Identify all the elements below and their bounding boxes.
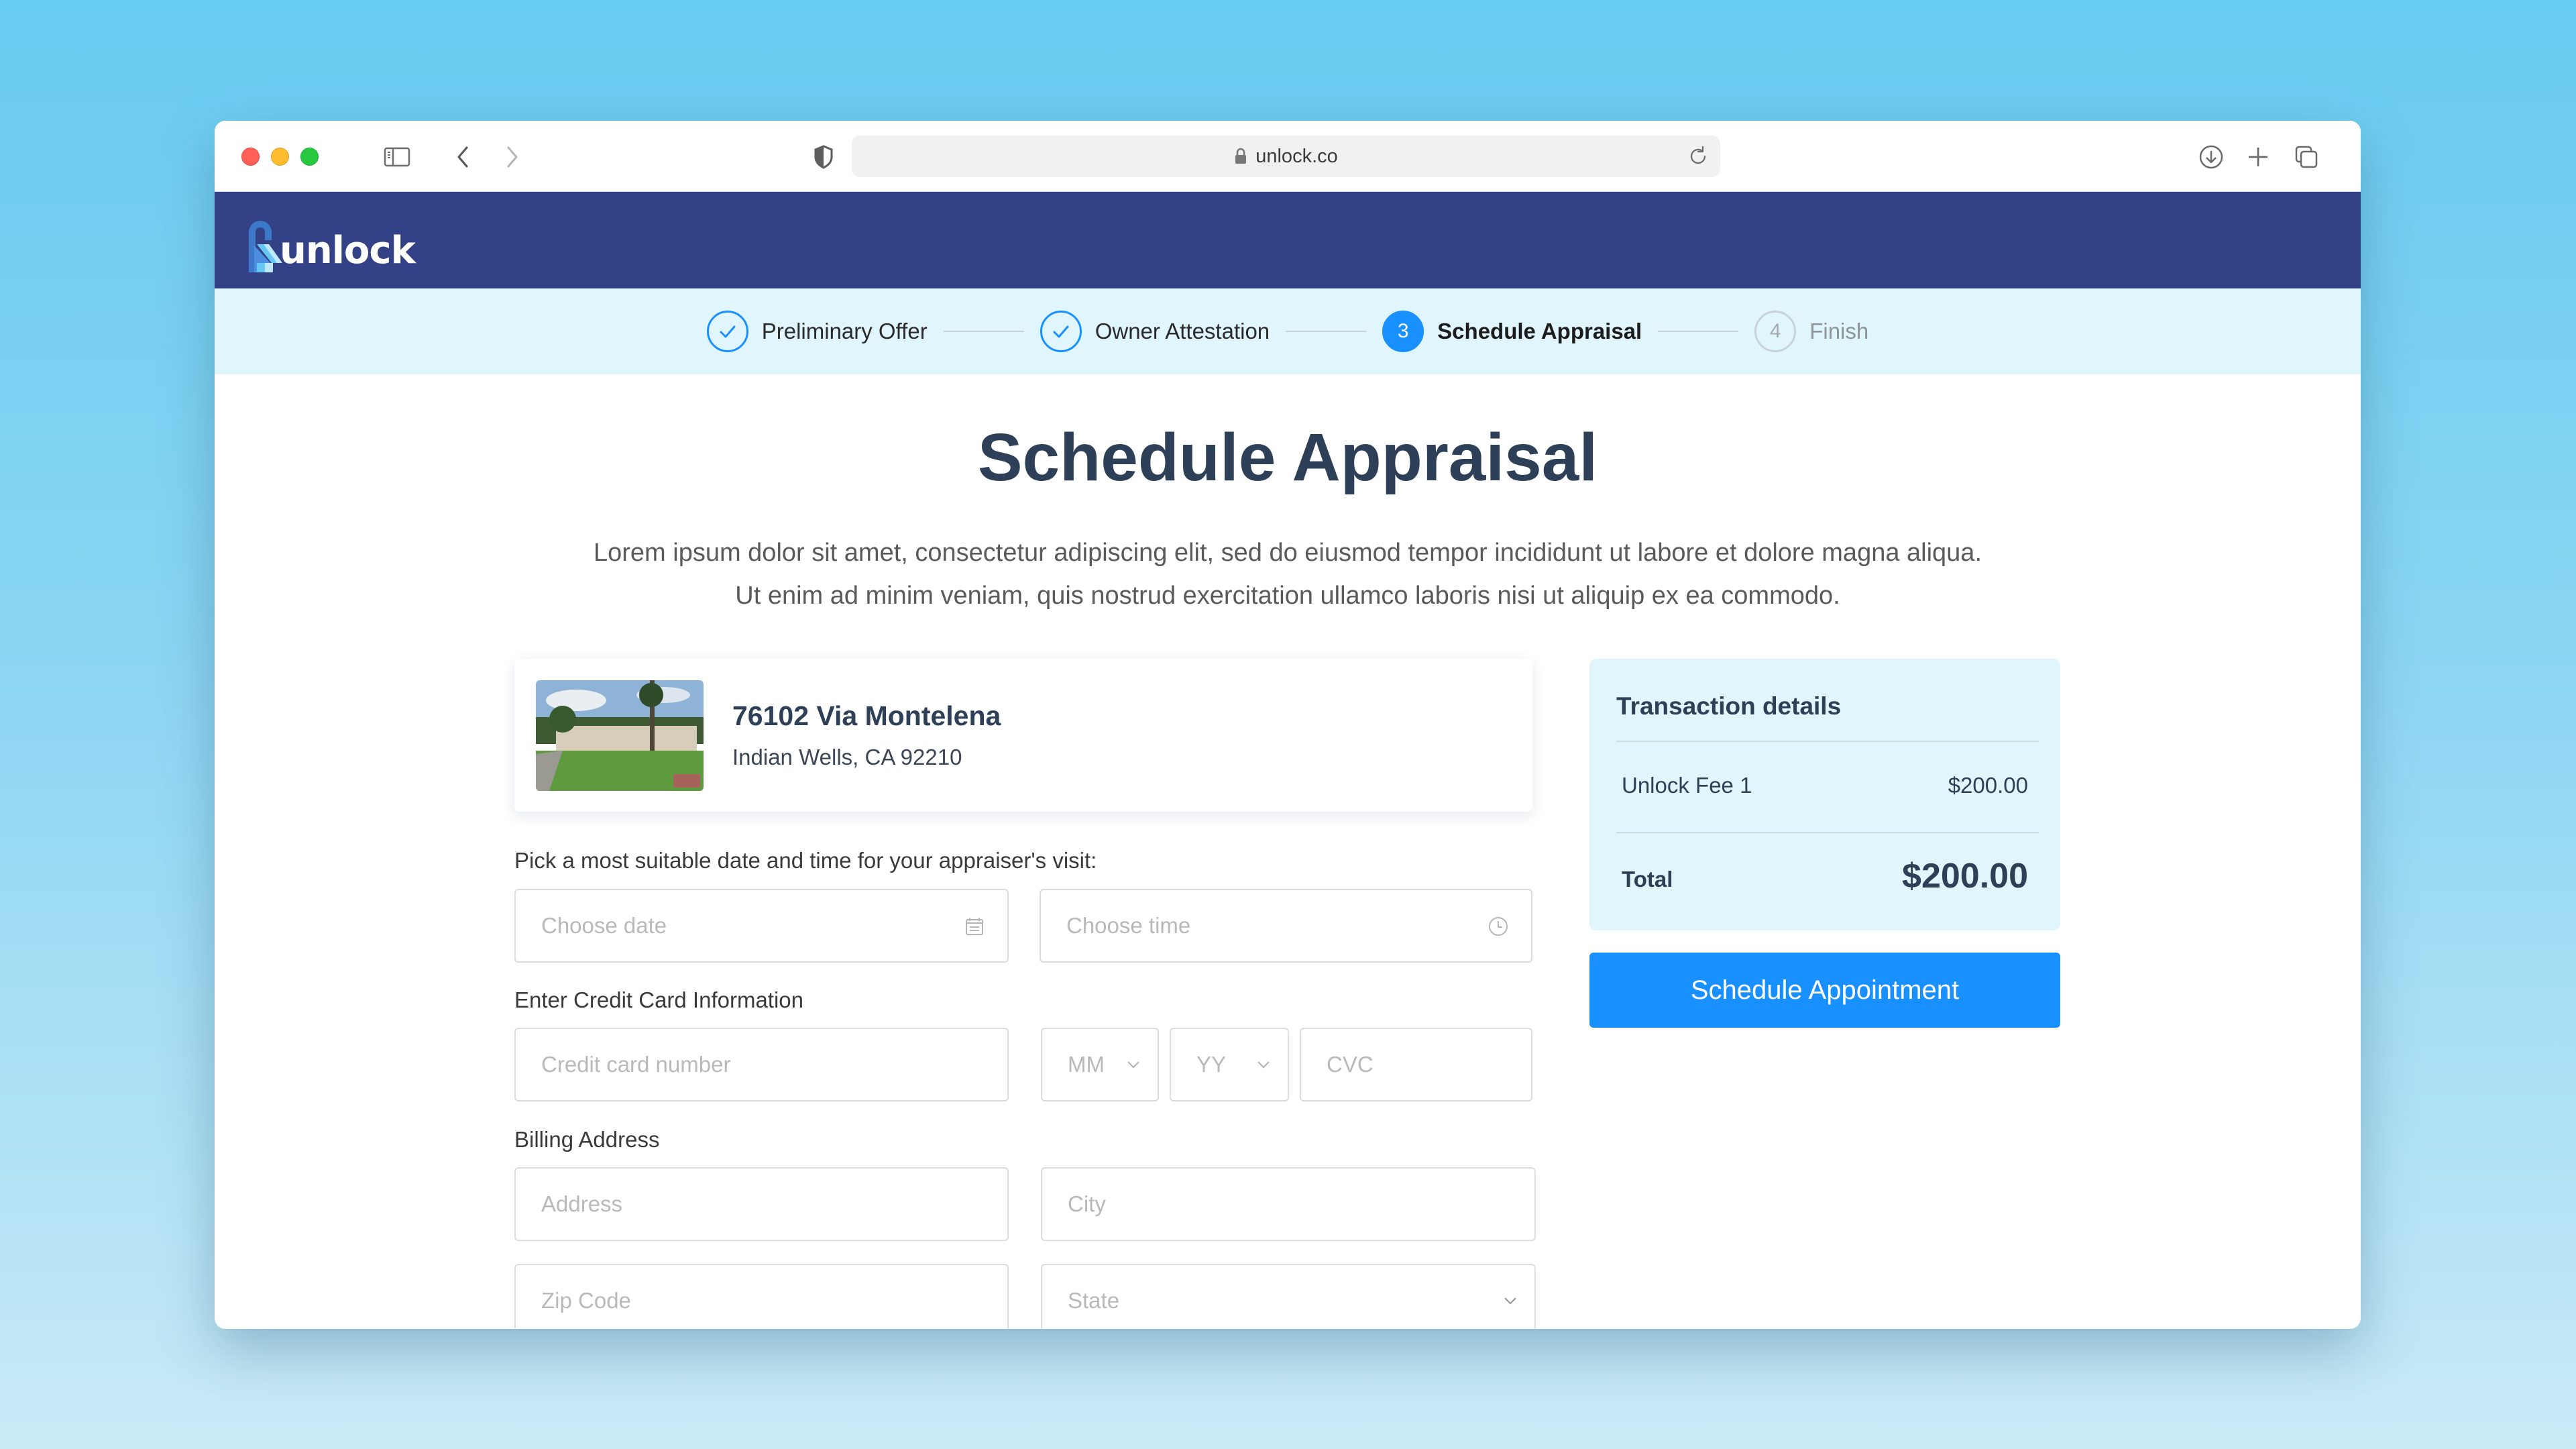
city-input[interactable]: City — [1041, 1167, 1536, 1241]
reload-icon[interactable] — [1687, 145, 1710, 168]
step-label: Finish — [1809, 319, 1869, 343]
sidebar-icon[interactable] — [382, 142, 412, 172]
check-icon — [720, 325, 736, 338]
lock-icon — [1235, 148, 1247, 164]
zip-placeholder: Zip Code — [541, 1288, 631, 1313]
schedule-appointment-button[interactable]: Schedule Appointment — [1589, 953, 2060, 1028]
step-label: Owner Attestation — [1095, 319, 1270, 343]
cvc-input[interactable]: CVC — [1300, 1028, 1532, 1102]
divider — [1616, 832, 2039, 833]
state-placeholder: State — [1068, 1288, 1120, 1313]
step-owner-attestation[interactable]: Owner Attestation — [1040, 311, 1270, 352]
zip-code-input[interactable]: Zip Code — [514, 1264, 1009, 1329]
url-text: unlock.co — [1255, 145, 1338, 167]
total-label: Total — [1622, 867, 1673, 892]
property-photo — [536, 680, 704, 791]
clock-icon — [1489, 917, 1508, 936]
date-placeholder: Choose date — [541, 913, 667, 938]
card-number-input[interactable]: Credit card number — [514, 1028, 1009, 1102]
step-completed-check — [1040, 311, 1082, 352]
time-picker-input[interactable]: Choose time — [1040, 889, 1532, 963]
time-placeholder: Choose time — [1066, 913, 1191, 938]
card-number-placeholder: Credit card number — [541, 1052, 731, 1077]
step-preliminary-offer[interactable]: Preliminary Offer — [706, 311, 928, 352]
state-select[interactable]: State — [1041, 1264, 1536, 1329]
step-schedule-appraisal[interactable]: 3 Schedule Appraisal — [1382, 311, 1642, 352]
step-label: Schedule Appraisal — [1437, 319, 1642, 343]
address-input[interactable]: Address — [514, 1167, 1009, 1241]
month-placeholder: MM — [1068, 1052, 1105, 1077]
property-card: 76102 Via Montelena Indian Wells, CA 922… — [514, 659, 1532, 812]
check-icon — [1053, 325, 1069, 338]
unlock-logo-icon — [249, 221, 282, 272]
step-number: 3 — [1382, 311, 1424, 352]
tabs-overview-icon[interactable] — [2292, 142, 2321, 172]
chevron-down-icon — [1257, 1061, 1270, 1069]
step-connector — [1658, 331, 1739, 332]
minimize-window-button[interactable] — [271, 148, 289, 166]
browser-window: unlock.co unlock Preliminary Offer Owner… — [215, 121, 2361, 1329]
logo[interactable]: unlock — [245, 212, 416, 272]
fee-label: Unlock Fee 1 — [1622, 773, 1752, 798]
progress-stepper: Preliminary Offer Owner Attestation 3 Sc… — [215, 288, 2361, 374]
property-city: Indian Wells, CA 92210 — [732, 745, 962, 769]
step-number: 4 — [1754, 311, 1797, 352]
app-header: unlock — [215, 192, 2361, 288]
transaction-details-panel: Transaction details Unlock Fee 1 $200.00… — [1589, 659, 2060, 930]
total-amount: $200.00 — [1902, 857, 2028, 896]
year-placeholder: YY — [1196, 1052, 1227, 1077]
address-placeholder: Address — [541, 1191, 623, 1216]
address-bar[interactable]: unlock.co — [852, 136, 1720, 177]
schedule-label: Pick a most suitable date and time for y… — [514, 848, 1097, 873]
step-label: Preliminary Offer — [761, 319, 928, 343]
cvc-placeholder: CVC — [1327, 1052, 1374, 1077]
transaction-title: Transaction details — [1616, 692, 1842, 720]
city-placeholder: City — [1068, 1191, 1106, 1216]
logo-text: unlock — [280, 229, 416, 272]
step-completed-check — [706, 311, 748, 352]
chevron-down-icon — [1504, 1297, 1516, 1305]
close-window-button[interactable] — [241, 148, 260, 166]
step-connector — [943, 331, 1024, 332]
back-icon[interactable] — [449, 142, 479, 172]
zoom-window-button[interactable] — [300, 148, 319, 166]
forward-icon[interactable] — [496, 142, 526, 172]
expiry-year-select[interactable]: YY — [1170, 1028, 1289, 1102]
divider — [1616, 741, 2039, 742]
fee-amount: $200.00 — [1948, 773, 2028, 798]
expiry-month-select[interactable]: MM — [1041, 1028, 1159, 1102]
download-icon[interactable] — [2196, 142, 2226, 172]
step-connector — [1286, 331, 1367, 332]
privacy-shield-icon[interactable] — [809, 142, 838, 172]
date-picker-input[interactable]: Choose date — [514, 889, 1009, 963]
billing-address-label: Billing Address — [514, 1127, 660, 1152]
browser-toolbar: unlock.co — [215, 121, 2361, 192]
credit-card-label: Enter Credit Card Information — [514, 987, 804, 1012]
page-title: Schedule Appraisal — [977, 420, 1598, 495]
chevron-down-icon — [1127, 1061, 1139, 1069]
new-tab-icon[interactable] — [2243, 142, 2273, 172]
page-intro: Lorem ipsum dolor sit amet, consectetur … — [593, 539, 1982, 610]
property-street: 76102 Via Montelena — [732, 700, 1001, 731]
calendar-icon — [966, 918, 983, 935]
step-finish[interactable]: 4 Finish — [1754, 311, 1868, 352]
